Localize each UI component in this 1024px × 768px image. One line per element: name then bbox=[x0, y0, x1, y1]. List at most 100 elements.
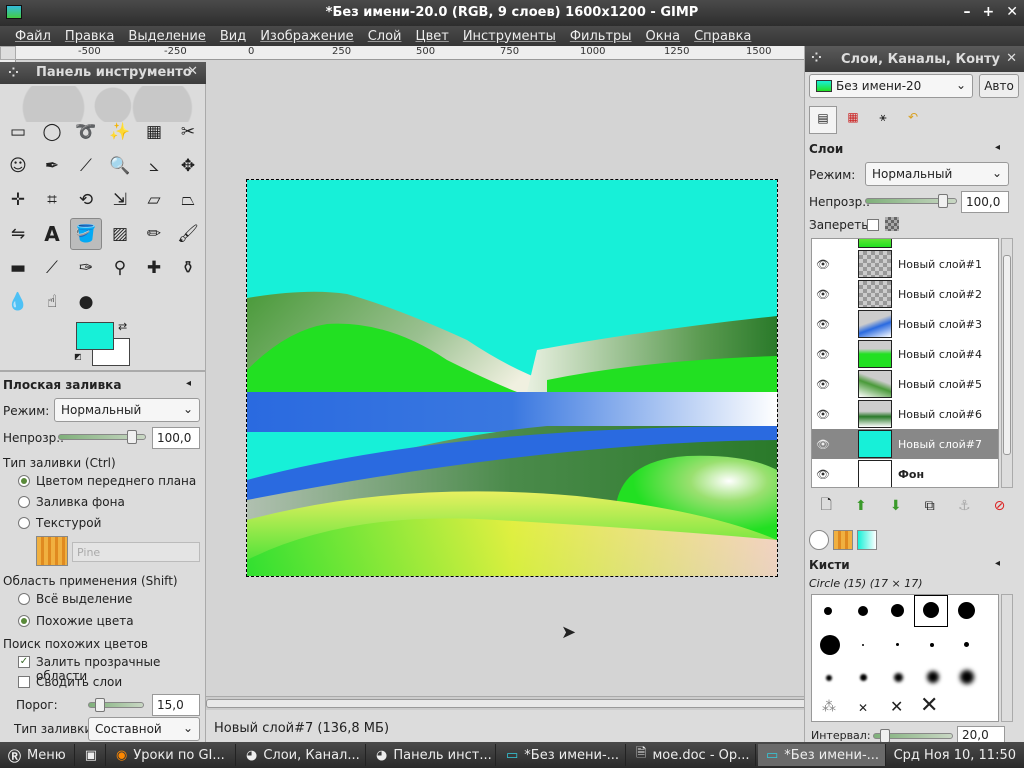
new-layer-icon[interactable]: 🗋 bbox=[821, 494, 832, 518]
taskbar-item[interactable]: ◕ Слои, Канал... bbox=[238, 744, 366, 766]
rect-select-tool[interactable]: ▭ bbox=[2, 116, 34, 148]
smudge-tool[interactable]: ☝ bbox=[36, 286, 68, 318]
paintbrush-tool[interactable]: 🖌 bbox=[172, 218, 204, 250]
layer-mode-dropdown[interactable]: Нормальный ⌄ bbox=[865, 162, 1009, 186]
menu-tools[interactable]: Инструменты bbox=[456, 29, 563, 44]
fill-fg-radio[interactable] bbox=[18, 475, 30, 487]
eye-icon[interactable]: 👁 bbox=[812, 468, 834, 481]
color-picker-tool[interactable]: ⟋ bbox=[70, 150, 102, 182]
brush-item[interactable] bbox=[927, 671, 939, 683]
brushes-grid[interactable]: ⁂ ✕ ✕ ✕ bbox=[811, 594, 999, 722]
brush-item[interactable] bbox=[894, 673, 903, 682]
layer-row[interactable]: 👁 Новый слой#3 bbox=[812, 309, 998, 339]
eye-icon[interactable]: 👁 bbox=[812, 258, 834, 271]
scale-tool[interactable]: ⇲ bbox=[104, 184, 136, 216]
maximize-button[interactable]: + bbox=[983, 4, 995, 20]
lower-layer-icon[interactable]: ⬇ bbox=[890, 498, 902, 514]
brush-item[interactable] bbox=[862, 644, 864, 646]
brush-item[interactable] bbox=[930, 643, 934, 647]
threshold-slider[interactable] bbox=[88, 698, 144, 712]
heal-tool[interactable]: ✚ bbox=[138, 252, 170, 284]
measure-tool[interactable]: ⦣ bbox=[138, 150, 170, 182]
menu-image[interactable]: Изображение bbox=[253, 29, 360, 44]
perspective-clone-tool[interactable]: ⚱ bbox=[172, 252, 204, 284]
mode-dropdown[interactable]: Нормальный ⌄ bbox=[54, 398, 200, 422]
airbrush-tool[interactable]: ⟋ bbox=[36, 252, 68, 284]
opacity-spin[interactable]: 100,0 bbox=[152, 427, 200, 449]
zoom-tool[interactable]: 🔍 bbox=[104, 150, 136, 182]
slider-knob[interactable] bbox=[95, 698, 105, 712]
sample-merged-checkbox[interactable] bbox=[18, 676, 30, 688]
clone-tool[interactable]: ⚲ bbox=[104, 252, 136, 284]
duplicate-layer-icon[interactable]: ⧉ bbox=[925, 498, 935, 514]
brush-item[interactable] bbox=[960, 670, 974, 684]
brush-item[interactable] bbox=[958, 602, 975, 619]
delete-layer-icon[interactable]: ⊘ bbox=[994, 498, 1006, 514]
layer-row-selected[interactable]: 👁 Новый слой#7 bbox=[812, 429, 998, 459]
threshold-spin[interactable]: 15,0 bbox=[152, 694, 200, 716]
start-menu-button[interactable]: Ⓡ Меню bbox=[0, 744, 75, 766]
eye-icon[interactable]: 👁 bbox=[812, 288, 834, 301]
ink-tool[interactable]: ✑ bbox=[70, 252, 102, 284]
opacity-slider[interactable] bbox=[58, 430, 146, 444]
auto-button[interactable]: Авто bbox=[979, 74, 1019, 98]
align-tool[interactable]: ✛ bbox=[2, 184, 34, 216]
brush-item[interactable] bbox=[896, 643, 899, 646]
brush-item-icon[interactable]: ✕ bbox=[920, 693, 938, 718]
blur-tool[interactable]: 💧 bbox=[2, 286, 34, 318]
eye-icon[interactable]: 👁 bbox=[812, 378, 834, 391]
gradients-tab-icon[interactable] bbox=[857, 530, 877, 550]
brush-item[interactable] bbox=[826, 675, 832, 681]
move-tool[interactable]: ✥ bbox=[172, 150, 204, 182]
color-select-tool[interactable]: ▦ bbox=[138, 116, 170, 148]
layers-tab-icon[interactable]: ▤ bbox=[809, 106, 837, 134]
pattern-preview[interactable] bbox=[36, 536, 68, 566]
paths-tool[interactable]: ✒ bbox=[36, 150, 68, 182]
configure-tab-icon[interactable]: ◂ bbox=[186, 378, 191, 389]
rotate-tool[interactable]: ⟲ bbox=[70, 184, 102, 216]
lock-alpha-checkbox[interactable] bbox=[867, 219, 879, 231]
interval-slider[interactable] bbox=[873, 729, 953, 743]
foreground-color-swatch[interactable] bbox=[76, 322, 114, 350]
dodge-burn-tool[interactable]: ● bbox=[70, 286, 102, 318]
brush-item[interactable] bbox=[923, 602, 939, 618]
taskbar-item[interactable]: ◉ Уроки по GI... bbox=[108, 744, 236, 766]
minimize-button[interactable]: – bbox=[964, 4, 971, 20]
scrollbar-thumb[interactable] bbox=[206, 699, 816, 708]
layer-opacity-spin[interactable]: 100,0 bbox=[961, 191, 1009, 213]
fill-selection-radio[interactable] bbox=[18, 593, 30, 605]
dock-close-icon[interactable]: ✕ bbox=[1006, 51, 1017, 66]
brush-item[interactable] bbox=[964, 642, 969, 647]
eraser-tool[interactable]: ▬ bbox=[2, 252, 34, 284]
image-canvas[interactable] bbox=[246, 179, 778, 577]
fill-pattern-radio[interactable] bbox=[18, 517, 30, 529]
menu-help[interactable]: Справка bbox=[687, 29, 758, 44]
brush-item[interactable] bbox=[820, 635, 840, 655]
flip-tool[interactable]: ⇋ bbox=[2, 218, 34, 250]
layer-row[interactable]: 👁 Новый слой#1 bbox=[812, 249, 998, 279]
menu-select[interactable]: Выделение bbox=[121, 29, 212, 44]
fuzzy-select-tool[interactable]: ✨ bbox=[104, 116, 136, 148]
brushes-tab-icon[interactable] bbox=[809, 530, 829, 550]
dock-header[interactable]: ⁘ Слои, Каналы, Конту ✕ bbox=[805, 46, 1024, 72]
eye-icon[interactable]: 👁 bbox=[812, 438, 834, 451]
menu-colors[interactable]: Цвет bbox=[408, 29, 455, 44]
menu-view[interactable]: Вид bbox=[213, 29, 253, 44]
brush-item-icon[interactable]: ✕ bbox=[858, 701, 868, 715]
configure-tab-icon[interactable]: ◂ bbox=[995, 558, 1000, 569]
taskbar-item[interactable]: ▭ *Без имени-... bbox=[498, 744, 626, 766]
free-select-tool[interactable]: ➰ bbox=[70, 116, 102, 148]
toolbox-close-icon[interactable]: ✕ bbox=[187, 64, 198, 79]
patterns-tab-icon[interactable] bbox=[833, 530, 853, 550]
menu-filters[interactable]: Фильтры bbox=[563, 29, 639, 44]
text-tool[interactable]: A bbox=[36, 218, 68, 250]
undo-history-tab-icon[interactable]: ↶ bbox=[899, 106, 927, 134]
shear-tool[interactable]: ▱ bbox=[138, 184, 170, 216]
eye-icon[interactable]: 👁 bbox=[812, 348, 834, 361]
layers-list[interactable]: 👁 Новый слой#1 👁 Новый слой#2 👁 Новый сл… bbox=[811, 238, 999, 488]
slider-knob[interactable] bbox=[127, 430, 137, 444]
default-colors-icon[interactable]: ◩ bbox=[74, 352, 82, 361]
fill-similar-radio[interactable] bbox=[18, 615, 30, 627]
toolbox-header[interactable]: ⁘ Панель инструменто ✕ bbox=[0, 62, 206, 84]
taskbar-item[interactable]: 🗎 мое.doc - Ор... bbox=[628, 744, 756, 766]
